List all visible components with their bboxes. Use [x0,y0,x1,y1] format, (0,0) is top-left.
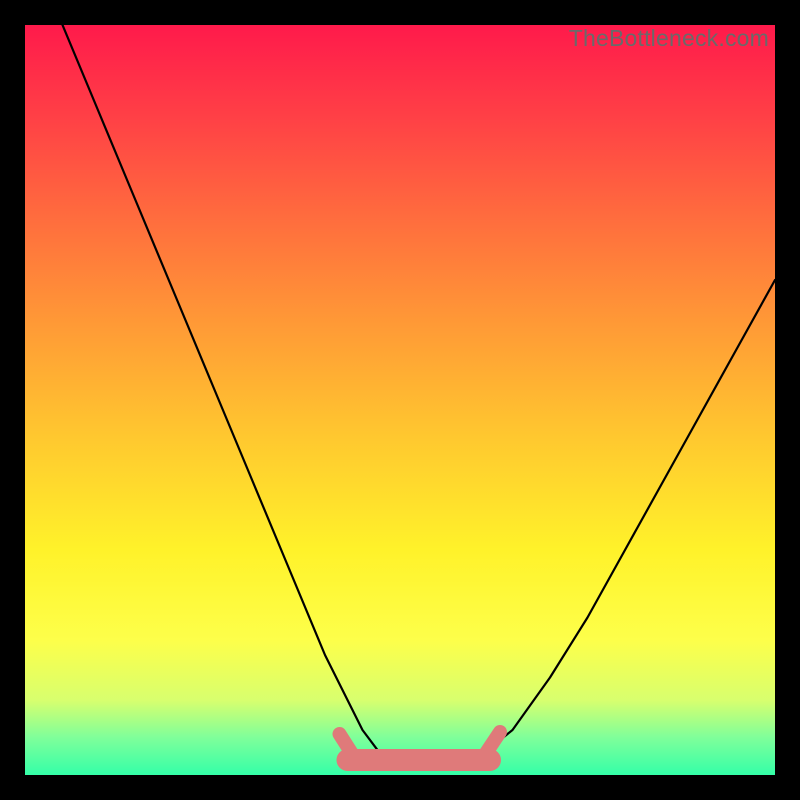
bottleneck-plot [25,25,775,775]
chart-area: TheBottleneck.com [25,25,775,775]
bottleneck-curve [63,25,776,768]
